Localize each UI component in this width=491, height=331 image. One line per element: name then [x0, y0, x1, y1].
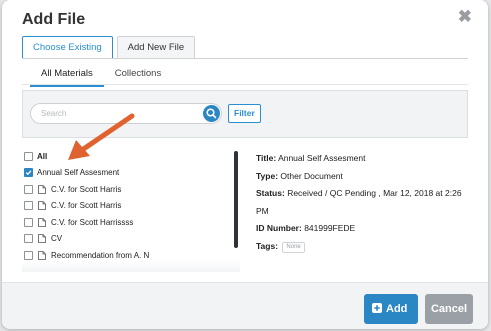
add-button[interactable]: Add — [364, 294, 418, 324]
subtab-divider — [22, 84, 468, 85]
tab-bar: Choose Existing Add New File — [22, 36, 199, 59]
file-name: C.V. for Scott Harrissss — [51, 217, 134, 227]
document-icon — [38, 201, 46, 211]
close-icon[interactable]: ✖ — [458, 7, 472, 27]
search-icon[interactable] — [203, 105, 220, 122]
plus-icon — [372, 303, 382, 313]
list-item[interactable]: C.V. for Scott Harris — [24, 198, 239, 215]
detail-id: ID Number: 841999FEDE — [256, 220, 471, 238]
dialog-footer: Add Cancel — [2, 282, 488, 329]
checkbox-icon[interactable] — [24, 184, 33, 194]
file-name: C.V. for Scott Harris — [51, 201, 122, 211]
detail-status-value: Received / QC Pending , Mar 12, 2018 at … — [256, 188, 462, 216]
detail-type-value: Other Document — [280, 170, 343, 181]
add-button-label: Add — [386, 303, 408, 315]
list-scrollbar[interactable] — [234, 151, 238, 248]
file-details: Title: Annual Self Assesment Type: Other… — [256, 150, 471, 255]
cancel-button[interactable]: Cancel — [425, 294, 473, 324]
detail-status: Status: Received / QC Pending , Mar 12, … — [256, 185, 471, 220]
list-item[interactable]: C.V. for Scott Harrissss — [24, 214, 239, 231]
checkbox-icon[interactable] — [24, 201, 33, 211]
detail-tags-label: Tags: — [256, 240, 279, 251]
select-all-label: All — [37, 151, 48, 161]
list-fade — [22, 260, 240, 272]
filter-button[interactable]: Filter — [228, 104, 261, 123]
tag-badge: None — [282, 241, 305, 253]
file-name: Annual Self Assesment — [37, 168, 120, 178]
checkbox-icon[interactable] — [24, 234, 33, 244]
list-item[interactable]: Annual Self Assesment — [24, 165, 239, 182]
checkbox-icon[interactable] — [24, 250, 33, 260]
document-icon — [38, 234, 46, 244]
document-icon — [38, 250, 46, 260]
detail-tags: Tags: None — [256, 238, 471, 256]
checkbox-icon[interactable] — [24, 217, 33, 227]
arrow-annotation-icon — [68, 113, 135, 160]
detail-id-label: ID Number: — [256, 223, 302, 233]
checkbox-icon[interactable] — [24, 151, 33, 161]
detail-id-value: 841999FEDE — [304, 223, 356, 233]
detail-title-value: Annual Self Assesment — [278, 153, 366, 163]
list-item[interactable]: C.V. for Scott Harris — [24, 181, 239, 198]
file-list: All Annual Self Assesment C.V. for Scott… — [24, 148, 239, 264]
tab-divider — [22, 58, 468, 59]
detail-status-label: Status: — [256, 188, 285, 198]
tab-add-new-file[interactable]: Add New File — [116, 36, 196, 59]
file-name: CV — [51, 234, 63, 244]
detail-type: Type: Other Document — [256, 168, 471, 186]
file-name: C.V. for Scott Harris — [51, 184, 122, 194]
dialog-title: Add File — [22, 11, 86, 28]
document-icon — [38, 217, 46, 227]
detail-title: Title: Annual Self Assesment — [256, 150, 471, 168]
checkbox-checked-icon[interactable] — [24, 168, 33, 178]
file-name: Recommendation from A. N — [51, 250, 150, 260]
tab-choose-existing[interactable]: Choose Existing — [22, 36, 113, 59]
detail-type-label: Type: — [256, 170, 279, 181]
document-icon — [38, 184, 46, 194]
detail-title-label: Title: — [256, 153, 277, 163]
list-item[interactable]: CV — [24, 231, 239, 248]
add-file-dialog: Add File ✖ Choose Existing Add New File … — [2, 0, 488, 329]
